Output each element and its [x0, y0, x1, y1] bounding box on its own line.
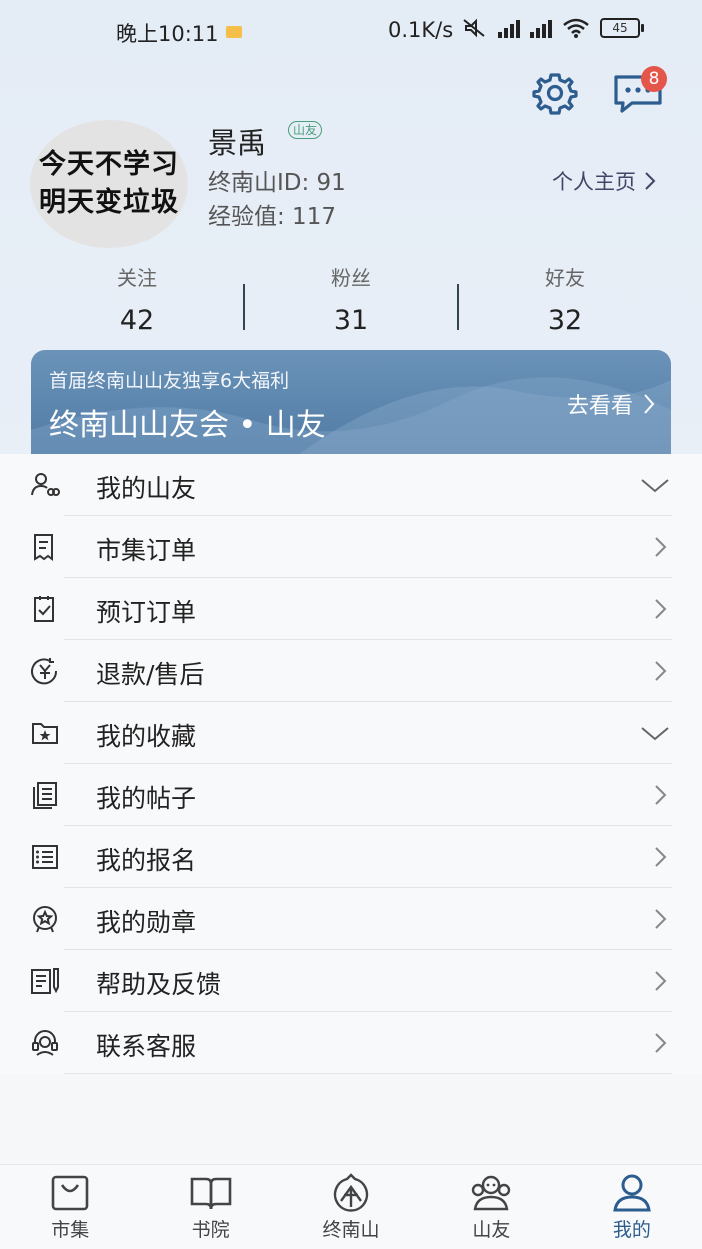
tab-label: 山友	[472, 1219, 511, 1241]
community-icon	[472, 1175, 511, 1211]
experience-value: 经验值: 117	[208, 204, 336, 230]
network-speed: 0.1K/s	[388, 18, 454, 42]
menu-item-label: 帮助及反馈	[96, 970, 222, 999]
wifi-icon	[563, 18, 589, 38]
tab-market[interactable]: 市集	[0, 1165, 140, 1249]
refund-yen-icon	[31, 658, 58, 685]
menu-item-label: 我的报名	[96, 846, 197, 875]
tab-label: 我的	[612, 1219, 651, 1241]
menu-item-label: 我的帖子	[96, 784, 197, 813]
stat-label: 好友	[545, 266, 585, 290]
username: 景禹	[208, 126, 267, 160]
menu-item-favorites[interactable]: 我的收藏	[0, 702, 702, 764]
personal-homepage-label: 个人主页	[552, 170, 636, 194]
avatar[interactable]: 今天不学习 明天变垃圾	[30, 120, 188, 248]
mountain-emblem-icon	[333, 1173, 369, 1212]
chevron-right-icon	[655, 785, 667, 805]
avatar-text-line1: 今天不学习	[39, 149, 179, 180]
message-count-badge: 8	[641, 66, 667, 92]
stat-friends[interactable]: 好友 32	[490, 262, 640, 336]
stat-label: 粉丝	[331, 266, 371, 290]
banner-cta-label: 去看看	[566, 394, 633, 419]
banner-title: 终南山山友会 • 山友	[49, 408, 326, 443]
tab-label: 终南山	[322, 1219, 380, 1241]
member-tag: 山友	[288, 121, 323, 139]
menu-item-label: 退款/售后	[96, 660, 205, 689]
signal-icon-2	[530, 18, 552, 38]
menu-item-help-feedback[interactable]: 帮助及反馈	[0, 950, 702, 1012]
star-folder-icon	[32, 723, 58, 744]
club-banner[interactable]: 首届终南山山友独享6大福利 终南山山友会 • 山友 去看看	[31, 350, 671, 460]
banner-subtitle: 首届终南山山友独享6大福利	[49, 370, 290, 392]
menu-item-my-friends[interactable]: 我的山友	[0, 454, 702, 516]
stat-followers[interactable]: 粉丝 31	[276, 262, 426, 336]
chevron-down-icon	[641, 727, 669, 741]
stat-label: 关注	[117, 266, 157, 290]
chevron-right-icon	[655, 599, 667, 619]
stat-divider	[457, 284, 459, 330]
order-receipt-icon	[34, 534, 53, 561]
chevron-right-icon	[655, 537, 667, 557]
signal-icon-1	[498, 18, 520, 38]
stat-following[interactable]: 关注 42	[62, 262, 212, 336]
tab-mine[interactable]: 我的	[562, 1165, 702, 1249]
menu-item-label: 预订订单	[96, 598, 197, 627]
menu-item-refund[interactable]: 退款/售后	[0, 640, 702, 702]
menu-item-my-signups[interactable]: 我的报名	[0, 826, 702, 888]
signup-list-icon	[32, 845, 58, 869]
chevron-right-icon	[655, 847, 667, 867]
menu-item-booking-orders[interactable]: 预订订单	[0, 578, 702, 640]
settings-gear-icon[interactable]	[532, 70, 578, 116]
market-bag-icon	[51, 1175, 89, 1211]
menu-item-label: 我的山友	[96, 474, 197, 503]
avatar-text-line2: 明天变垃圾	[39, 187, 179, 218]
status-time: 晚上10:11	[116, 22, 219, 46]
chevron-down-icon	[641, 479, 669, 493]
chevron-right-icon	[655, 661, 667, 681]
profile-icon	[613, 1174, 651, 1212]
banner-cta[interactable]: 去看看	[567, 388, 655, 420]
chevron-right-icon	[644, 394, 655, 414]
menu-item-customer-service[interactable]: 联系客服	[0, 1012, 702, 1074]
chevron-right-icon	[655, 909, 667, 929]
feedback-icon	[31, 968, 59, 994]
bottom-tab-bar: 市集 书院 终南山 山友 我的	[0, 1164, 702, 1249]
menu-item-label: 联系客服	[96, 1032, 197, 1061]
personal-homepage-link[interactable]: 个人主页	[552, 166, 656, 196]
chevron-right-icon	[655, 1033, 667, 1053]
friends-icon	[31, 473, 60, 496]
tab-academy[interactable]: 书院	[140, 1165, 280, 1249]
menu-item-market-orders[interactable]: 市集订单	[0, 516, 702, 578]
stat-value: 42	[119, 305, 155, 336]
stat-value: 31	[333, 305, 369, 336]
posts-icon	[33, 782, 57, 809]
medal-icon	[33, 906, 57, 933]
chevron-right-icon	[645, 172, 656, 190]
menu-item-label: 我的勋章	[96, 908, 197, 937]
user-id: 终南山ID: 91	[208, 170, 346, 196]
book-icon	[190, 1177, 231, 1210]
stat-value: 32	[547, 305, 583, 336]
stat-divider	[243, 284, 245, 330]
status-icons: 45	[462, 18, 644, 38]
tab-label: 书院	[191, 1219, 230, 1241]
menu-item-my-posts[interactable]: 我的帖子	[0, 764, 702, 826]
menu-item-label: 我的收藏	[96, 722, 197, 751]
status-bar: 晚上10:11 0.1K/s 45	[0, 0, 702, 62]
booking-check-icon	[34, 596, 54, 622]
chevron-right-icon	[655, 971, 667, 991]
menu-list: 我的山友 市集订单 预订订单 退款/售后 我的收藏 我的帖子 我的报名 我的勋章…	[0, 454, 702, 1074]
tab-community[interactable]: 山友	[421, 1165, 561, 1249]
notification-flag-icon	[226, 26, 242, 38]
customer-service-icon	[32, 1030, 58, 1056]
menu-item-my-medals[interactable]: 我的勋章	[0, 888, 702, 950]
menu-divider	[64, 1073, 672, 1074]
mute-icon	[463, 18, 485, 38]
tab-label: 市集	[51, 1219, 90, 1241]
menu-item-label: 市集订单	[96, 536, 197, 565]
tab-zhongnanshan[interactable]: 终南山	[281, 1165, 421, 1249]
battery-icon: 45	[600, 18, 644, 38]
